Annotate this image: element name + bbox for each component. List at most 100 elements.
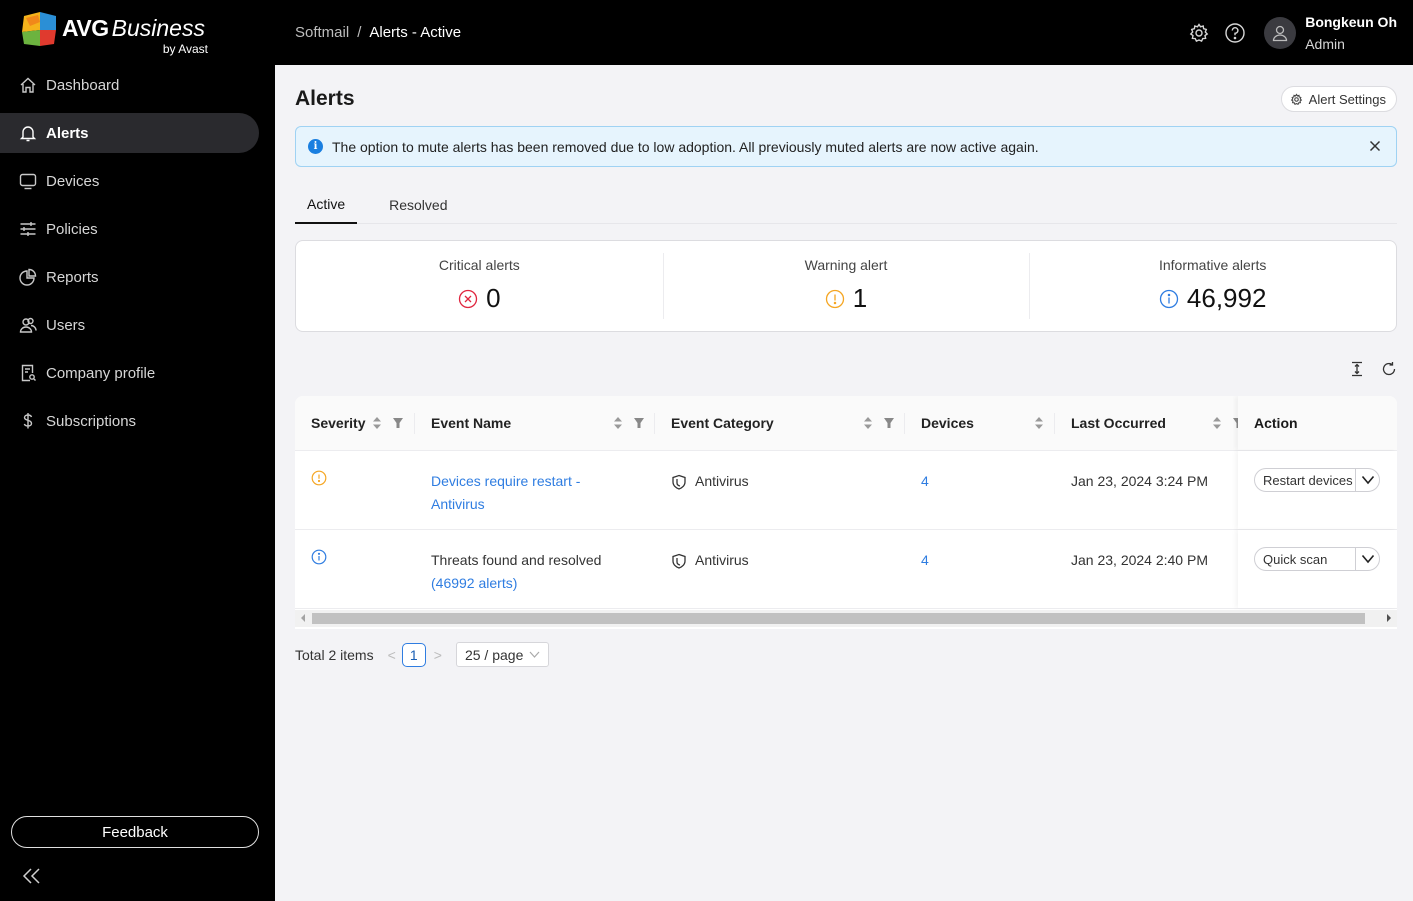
double-chevron-left-icon[interactable] — [20, 864, 44, 888]
dollar-icon — [23, 413, 33, 429]
critical-x-icon — [458, 289, 478, 308]
horizontal-scrollbar[interactable] — [295, 610, 1397, 627]
alert-stats: Critical alerts 0 Warning alert 1 Inform… — [295, 240, 1397, 332]
sidebar-item-dashboard[interactable]: Dashboard — [0, 61, 275, 109]
stat-informative[interactable]: Informative alerts 46,992 — [1029, 241, 1396, 331]
sidebar-item-label: Reports — [46, 268, 99, 286]
alert-settings-button[interactable]: Alert Settings — [1280, 86, 1397, 112]
table-header: Severity Event Name Event Category Devic… — [295, 396, 1397, 451]
sidebar-item-label: Policies — [46, 220, 98, 238]
refresh-icon[interactable] — [1381, 361, 1397, 377]
event-name-cell: Threats found and resolved (46992 alerts) — [431, 552, 602, 591]
sidebar-item-subscriptions[interactable]: Subscriptions — [0, 397, 275, 445]
pie-chart-icon — [19, 268, 37, 286]
pagination: Total 2 items < 1 > 25 / page — [295, 642, 550, 667]
prev-page-icon[interactable]: < — [388, 647, 396, 663]
sort-icon[interactable] — [1033, 416, 1045, 430]
filter-icon[interactable] — [392, 416, 404, 430]
tab-active[interactable]: Active — [295, 185, 358, 224]
tabs: Active Resolved — [295, 185, 1397, 224]
breadcrumb-separator: / — [357, 24, 362, 41]
column-event-name: Event Name — [415, 396, 655, 450]
bell-icon — [19, 126, 37, 142]
user-info[interactable]: Bongkeun Oh Admin — [1305, 14, 1397, 52]
stat-value: 46,992 — [1186, 283, 1267, 313]
monitor-icon — [19, 173, 37, 190]
devices-count-link[interactable]: 4 — [921, 473, 929, 489]
sidebar-nav: Dashboard Alerts Devices Policies Report… — [0, 61, 275, 445]
chevron-down-icon — [529, 651, 540, 658]
stat-warning[interactable]: Warning alert 1 — [662, 241, 1030, 331]
main-content: Alerts Alert Settings i The option to mu… — [275, 65, 1413, 901]
stat-critical[interactable]: Critical alerts 0 — [296, 241, 663, 331]
breadcrumb: Softmail / Alerts - Active — [295, 24, 461, 41]
scroll-left-arrow[interactable] — [301, 614, 305, 622]
sort-icon[interactable] — [1211, 416, 1223, 430]
event-name-link[interactable]: Devices require restart - Antivirus — [431, 470, 655, 516]
column-last-occurred: Last Occurred — [1055, 396, 1243, 450]
brand-tagline: by Avast — [162, 42, 208, 56]
filter-icon[interactable] — [883, 416, 895, 430]
action-cell: Quick scan — [1238, 530, 1397, 608]
sidebar-item-label: Alerts — [46, 124, 89, 142]
breadcrumb-current: Alerts - Active — [369, 24, 462, 41]
table-row[interactable]: Devices require restart - Antivirus Antiv… — [295, 451, 1397, 530]
sidebar-item-users[interactable]: Users — [0, 301, 275, 349]
gear-icon[interactable] — [1188, 22, 1210, 44]
sort-icon[interactable] — [612, 416, 624, 430]
devices-cell: 4 — [905, 530, 1055, 608]
devices-count-link[interactable]: 4 — [921, 552, 929, 568]
sidebar-item-label: Company profile — [46, 364, 156, 382]
stat-label: Informative alerts — [1158, 257, 1267, 273]
stat-value: 1 — [852, 283, 868, 313]
filter-icon[interactable] — [633, 416, 645, 430]
breadcrumb-parent[interactable]: Softmail — [295, 24, 349, 41]
last-occurred-cell: Jan 23, 2024 3:24 PM — [1071, 473, 1208, 489]
table-row[interactable]: Threats found and resolved (46992 alerts)… — [295, 530, 1397, 609]
page-number[interactable]: 1 — [401, 642, 426, 667]
sidebar-item-reports[interactable]: Reports — [0, 253, 275, 301]
feedback-button[interactable]: Feedback — [11, 816, 259, 848]
chevron-down-icon[interactable] — [1355, 548, 1379, 570]
top-bar: Softmail / Alerts - Active Bongkeun Oh A… — [275, 0, 1413, 65]
last-occurred-cell: Jan 23, 2024 2:40 PM — [1071, 552, 1208, 568]
severity-cell — [295, 530, 415, 608]
table-tools — [1349, 361, 1397, 377]
sidebar-item-company-profile[interactable]: Company profile — [0, 349, 275, 397]
row-height-icon[interactable] — [1349, 361, 1365, 377]
sidebar-item-label: Users — [46, 316, 86, 334]
tab-resolved[interactable]: Resolved — [377, 185, 459, 224]
sort-icon[interactable] — [371, 416, 383, 430]
avatar[interactable] — [1264, 16, 1297, 49]
sort-icon[interactable] — [862, 416, 874, 430]
avg-business-logo[interactable]: AVG Business by Avast — [22, 12, 212, 58]
sidebar-item-policies[interactable]: Policies — [0, 205, 275, 253]
severity-cell — [295, 451, 415, 529]
home-icon — [20, 77, 36, 93]
restart-devices-button[interactable]: Restart devices — [1254, 468, 1380, 492]
scroll-right-arrow[interactable] — [1387, 614, 1391, 622]
devices-cell: 4 — [905, 451, 1055, 529]
event-name-cell: Devices require restart - Antivirus — [415, 451, 655, 529]
stat-label: Warning alert — [804, 257, 888, 273]
top-bar-actions: Bongkeun Oh Admin — [1188, 0, 1413, 65]
column-severity: Severity — [295, 396, 415, 450]
users-icon — [19, 317, 37, 333]
gear-icon — [1290, 93, 1302, 105]
info-icon: i — [308, 139, 323, 154]
chevron-down-icon[interactable] — [1355, 469, 1379, 491]
warning-icon — [825, 289, 844, 308]
sidebar-item-alerts[interactable]: Alerts — [0, 113, 259, 153]
help-icon[interactable] — [1224, 22, 1246, 44]
user-icon — [1273, 25, 1288, 41]
shield-icon — [672, 474, 686, 490]
user-name: Bongkeun Oh — [1305, 13, 1397, 30]
close-icon[interactable] — [1366, 137, 1384, 155]
scrollbar-thumb[interactable] — [312, 613, 1365, 624]
alerts-count-link[interactable]: (46992 alerts) — [431, 575, 517, 591]
sidebar-item-devices[interactable]: Devices — [0, 157, 275, 205]
quick-scan-button[interactable]: Quick scan — [1254, 547, 1380, 571]
next-page-icon[interactable]: > — [434, 647, 442, 663]
page-size-select[interactable]: 25 / page — [455, 642, 550, 667]
avg-logo-icon — [22, 12, 56, 46]
